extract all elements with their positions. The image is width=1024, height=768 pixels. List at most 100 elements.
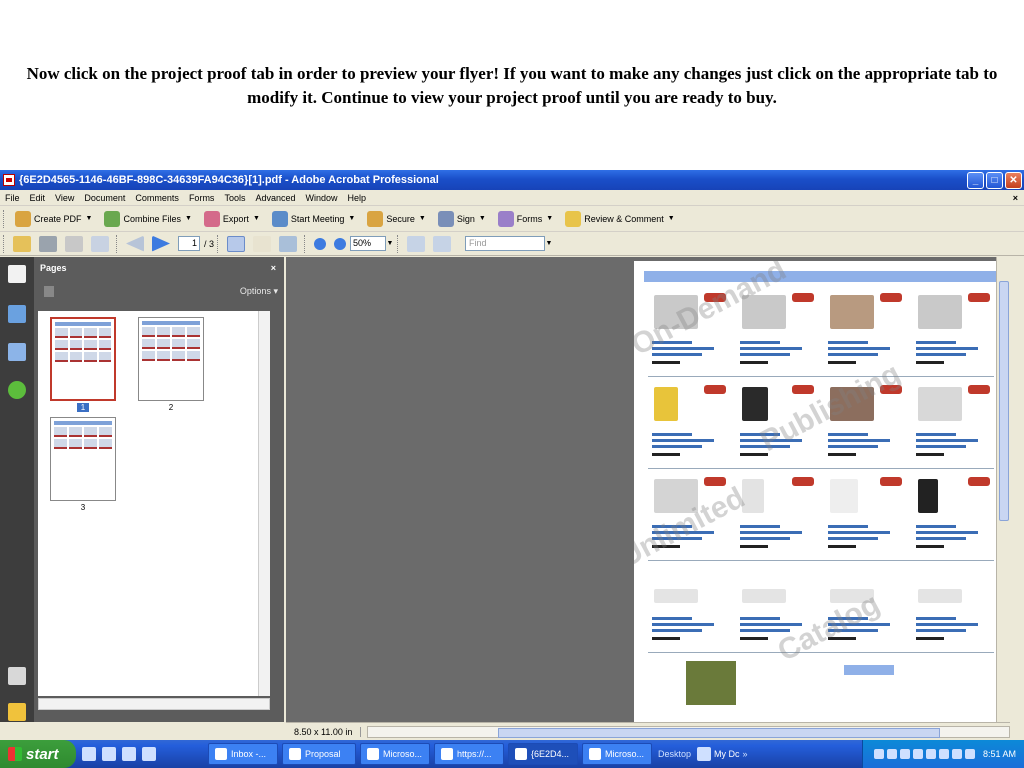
close-button[interactable]: ✕ (1005, 171, 1022, 189)
windows-logo-icon (8, 747, 22, 761)
fit-page-icon[interactable] (407, 235, 426, 252)
zoom-in-icon[interactable] (334, 237, 347, 250)
tray-icon[interactable] (873, 749, 884, 759)
menu-help[interactable]: Help (343, 193, 372, 203)
select-tool-icon[interactable] (227, 235, 246, 252)
status-bar: 8.50 x 11.00 in (286, 722, 1010, 740)
document-scrollbar[interactable] (996, 257, 1010, 722)
title-bar[interactable]: {6E2D4565-1146-46BF-898C-34639FA94C36}[1… (0, 170, 1024, 190)
fit-width-icon[interactable] (433, 235, 452, 252)
sign-label: Sign (456, 213, 475, 224)
toolbar-grip[interactable] (3, 209, 6, 228)
menu-view[interactable]: View (50, 193, 79, 203)
desktop-toolbar[interactable]: Desktop My Dc » (658, 747, 748, 761)
minimize-button[interactable]: _ (967, 171, 984, 189)
help-icon[interactable] (8, 381, 26, 399)
export-button[interactable]: Export ▼ (198, 208, 266, 230)
taskbar-item[interactable]: Inbox -... (208, 743, 278, 765)
document-view[interactable]: On-Demand Publishing Unlimited Catalog (286, 257, 1010, 724)
quicklaunch-icon[interactable] (102, 747, 116, 761)
zoom-dropdown-icon[interactable]: ▼ (386, 236, 394, 251)
product-cell (912, 379, 994, 467)
chevron-down-icon: ▼ (667, 215, 675, 222)
email-icon[interactable] (91, 235, 109, 252)
product-cell (912, 471, 994, 559)
thumbnail-scrollbar[interactable] (258, 311, 270, 696)
document-close-button[interactable]: × (1013, 193, 1018, 203)
tray-icon[interactable] (951, 749, 962, 759)
find-dropdown-icon[interactable]: ▼ (545, 236, 553, 251)
taskbar-item[interactable]: Microso... (360, 743, 430, 765)
review-comment-button[interactable]: Review & Comment ▼ (559, 208, 680, 230)
quicklaunch-icon[interactable] (142, 747, 156, 761)
open-folder-icon[interactable] (13, 235, 31, 252)
menu-file[interactable]: File (0, 193, 25, 203)
taskbar-item-active[interactable]: {6E2D4... (508, 743, 578, 765)
pages-panel-title: Pages (40, 263, 67, 273)
signatures-icon[interactable] (8, 343, 26, 361)
menu-document[interactable]: Document (79, 193, 130, 203)
menu-window[interactable]: Window (300, 193, 342, 203)
pages-icon[interactable] (8, 265, 26, 283)
start-meeting-button[interactable]: Start Meeting ▼ (266, 208, 361, 230)
combine-files-button[interactable]: Combine Files ▼ (98, 208, 197, 230)
page-size-readout: 8.50 x 11.00 in (286, 726, 362, 737)
pages-panel-close-button[interactable]: × (271, 263, 276, 273)
secure-button[interactable]: Secure ▼ (361, 208, 431, 230)
sign-button[interactable]: Sign ▼ (432, 208, 492, 230)
scrollbar-thumb[interactable] (999, 281, 1009, 521)
start-button[interactable]: start (0, 740, 76, 768)
tray-icon[interactable] (925, 749, 936, 759)
taskbar-item[interactable]: Proposal (282, 743, 356, 765)
toolbar-grip[interactable] (3, 234, 6, 253)
menu-edit[interactable]: Edit (25, 193, 51, 203)
menu-advanced[interactable]: Advanced (250, 193, 300, 203)
zoom-out-icon[interactable] (314, 237, 327, 250)
create-pdf-button[interactable]: Create PDF ▼ (9, 208, 98, 230)
page-number-input[interactable]: 1 (178, 236, 200, 251)
tray-icon[interactable] (899, 749, 910, 759)
quicklaunch-icon[interactable] (122, 747, 136, 761)
horizontal-scrollbar[interactable] (367, 725, 1010, 738)
hand-tool-icon[interactable] (253, 235, 272, 252)
forms-icon (497, 210, 514, 227)
comments-icon[interactable] (8, 703, 26, 721)
next-page-icon[interactable] (152, 235, 170, 252)
forms-button[interactable]: Forms ▼ (492, 208, 559, 230)
maximize-button[interactable]: □ (986, 171, 1003, 189)
tray-icon[interactable] (912, 749, 923, 759)
navigation-toolbar: 1 / 3 50% ▼ Find ▼ (0, 232, 1024, 256)
trash-icon[interactable] (44, 285, 54, 297)
thumbnail-horizontal-scrollbar[interactable] (38, 698, 270, 710)
chevron-right-icon: » (742, 749, 748, 759)
page-thumbnail-3[interactable] (50, 417, 116, 501)
page-thumbnail-1[interactable] (50, 317, 116, 401)
quicklaunch-icon[interactable] (82, 747, 96, 761)
product-cell (648, 379, 730, 467)
menu-comments[interactable]: Comments (130, 193, 184, 203)
taskbar-item[interactable]: Microso... (582, 743, 652, 765)
previous-page-icon[interactable] (126, 235, 144, 252)
zoom-level-input[interactable]: 50% (350, 236, 387, 251)
save-icon[interactable] (65, 235, 83, 252)
tray-icon[interactable] (938, 749, 949, 759)
attachments-icon[interactable] (8, 667, 26, 685)
pages-panel: Pages × Options ▾ 1 2 3 (34, 257, 284, 722)
zoom-tool-icon[interactable] (279, 235, 298, 252)
excel-icon (367, 748, 379, 760)
menu-forms[interactable]: Forms (184, 193, 220, 203)
menu-tools[interactable]: Tools (219, 193, 250, 203)
page-thumbnail-2[interactable] (138, 317, 204, 401)
find-input[interactable]: Find (465, 236, 546, 251)
options-menu-button[interactable]: Options ▾ (240, 286, 278, 297)
print-icon[interactable] (39, 235, 57, 252)
toolbar-grip (217, 234, 220, 253)
tray-icon[interactable] (964, 749, 975, 759)
tray-icon[interactable] (886, 749, 897, 759)
lock-icon (367, 210, 384, 227)
tasks-toolbar: Create PDF ▼ Combine Files ▼ Export ▼ St… (0, 206, 1024, 232)
bookmarks-icon[interactable] (8, 305, 26, 323)
meeting-icon (271, 210, 288, 227)
taskbar-item[interactable]: https://... (434, 743, 504, 765)
clock[interactable]: 8:51 AM (983, 749, 1016, 759)
